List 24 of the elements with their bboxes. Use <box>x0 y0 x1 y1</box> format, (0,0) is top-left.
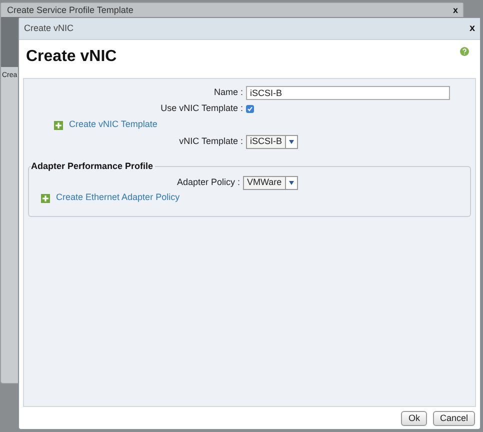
close-button[interactable]: x <box>452 6 460 14</box>
create-template-link[interactable]: Create vNIC Template <box>69 118 158 132</box>
policy-select[interactable]: VMWare <box>243 176 298 190</box>
dialog-title: Create vNIC <box>24 22 74 35</box>
field-label: vNIC Template : <box>178 134 244 148</box>
section-title: Adapter Performance Profile <box>31 160 156 174</box>
help-icon[interactable] <box>460 47 469 56</box>
dropdown-arrow-icon <box>289 140 294 144</box>
checkmark-icon <box>247 106 253 112</box>
field-label: Name : <box>212 86 244 99</box>
create-policy-link[interactable]: Create Ethernet Adapter Policy <box>56 191 180 205</box>
use-template-checkbox[interactable] <box>246 105 254 113</box>
plus-icon <box>41 194 50 202</box>
field-label: Adapter Policy : <box>176 176 241 189</box>
template-select[interactable]: iSCSI-B <box>246 134 298 148</box>
dialog-button[interactable]: Ok <box>401 410 427 426</box>
name-field[interactable]: iSCSI-B <box>246 86 450 100</box>
field-label: Use vNIC Template : <box>160 102 244 116</box>
dialog-heading: Create vNIC <box>26 47 117 67</box>
close-button[interactable]: x <box>469 21 475 36</box>
window-title: Create Service Profile Template <box>7 6 134 14</box>
dropdown-arrow-icon <box>288 180 294 184</box>
dialog-button[interactable]: Cancel <box>432 410 475 426</box>
plus-icon <box>54 120 63 130</box>
